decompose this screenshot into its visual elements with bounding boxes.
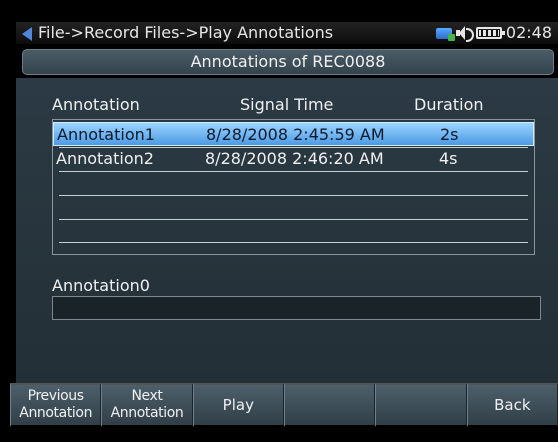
device-screen: File->Record Files->Play Annotations 02:… <box>0 0 558 442</box>
bottom-bezel <box>0 427 558 442</box>
duration: 4s <box>439 149 458 168</box>
column-header-annotation: Annotation <box>52 95 140 114</box>
annotations-panel: Annotation Signal Time Duration Annotati… <box>16 78 558 383</box>
back-arrow-icon[interactable] <box>22 27 32 41</box>
play-button[interactable]: Play <box>192 383 284 427</box>
softkey-5-button[interactable] <box>375 383 467 427</box>
status-icons: 02:48 <box>435 22 552 44</box>
next-annotation-button[interactable]: Next Annotation <box>101 383 193 427</box>
breadcrumb: File->Record Files->Play Annotations <box>38 23 334 42</box>
annotation-text-field[interactable] <box>52 296 541 320</box>
list-item[interactable]: Annotation2 8/28/2008 2:46:20 AM 4s <box>53 147 534 171</box>
signal-time: 8/28/2008 2:46:20 AM <box>205 149 384 168</box>
signal-time: 8/28/2008 2:45:59 AM <box>206 125 385 144</box>
list-item[interactable]: Annotation1 8/28/2008 2:45:59 AM 2s <box>53 122 534 146</box>
back-button[interactable]: Back <box>466 383 558 427</box>
row-divider <box>59 195 528 196</box>
annotation-list[interactable]: Annotation1 8/28/2008 2:45:59 AM 2s Anno… <box>52 119 535 255</box>
softkey-bar: Previous Annotation Next Annotation Play… <box>10 383 558 427</box>
row-divider <box>59 171 528 172</box>
row-divider <box>59 219 528 220</box>
annotation-name: Annotation1 <box>57 125 155 144</box>
softkey-4-button[interactable] <box>283 383 376 427</box>
speaker-icon <box>455 26 474 42</box>
previous-annotation-button[interactable]: Previous Annotation <box>10 383 102 427</box>
duration: 2s <box>440 125 459 144</box>
annotation-field-label: Annotation0 <box>52 276 150 295</box>
status-bar: File->Record Files->Play Annotations 02:… <box>16 22 558 44</box>
column-header-duration: Duration <box>414 95 484 114</box>
clock: 02:48 <box>505 23 552 42</box>
row-divider <box>59 242 528 243</box>
dialog-title: Annotations of REC0088 <box>22 49 554 75</box>
network-icon <box>435 27 455 41</box>
row-divider <box>59 147 528 148</box>
battery-icon <box>475 27 505 39</box>
annotation-name: Annotation2 <box>56 149 154 168</box>
column-header-signal-time: Signal Time <box>240 95 334 114</box>
